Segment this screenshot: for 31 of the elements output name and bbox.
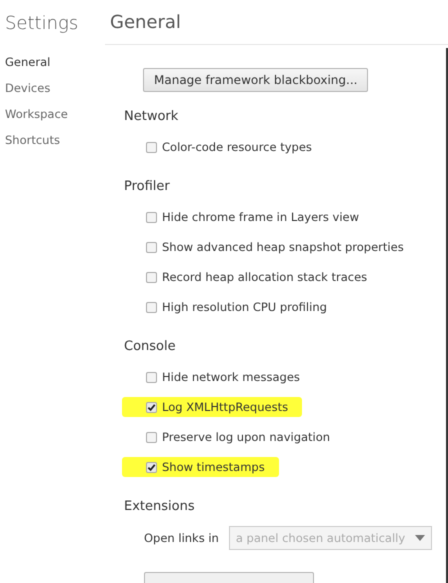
checkbox[interactable] (146, 212, 157, 222)
checkbox-label[interactable]: Log XMLHttpRequests (162, 400, 288, 414)
checkbox-label[interactable]: Color-code resource types (162, 140, 312, 154)
checkbox-label[interactable]: Preserve log upon navigation (162, 430, 330, 444)
checkbox[interactable] (146, 372, 157, 382)
checkbox[interactable] (146, 242, 157, 252)
checkbox[interactable] (146, 272, 157, 282)
section-title: Profiler (124, 178, 171, 196)
sidebar-item[interactable]: General (5, 49, 105, 75)
sidebar-item[interactable]: Shortcuts (5, 127, 105, 153)
settings-title: Settings (5, 13, 80, 36)
dropdown-caret-icon (415, 535, 426, 541)
section-title: Extensions (124, 498, 196, 516)
section-title: Network (124, 108, 180, 126)
checkbox[interactable] (146, 402, 157, 412)
checkbox-label[interactable]: Show advanced heap snapshot properties (162, 240, 404, 254)
checkbox-label[interactable]: Record heap allocation stack traces (162, 270, 368, 284)
checkbox-label[interactable]: Show timestamps (162, 460, 265, 474)
checkbox-label[interactable]: Hide chrome frame in Layers view (162, 210, 360, 224)
panel-title: General (105, 0, 448, 45)
sidebar-item[interactable]: Devices (5, 75, 105, 101)
checkbox[interactable] (146, 302, 157, 312)
checkbox[interactable] (146, 462, 157, 472)
sidebar-item[interactable]: Workspace (5, 101, 105, 127)
checkbox[interactable] (146, 142, 157, 152)
select-label: Open links in (144, 531, 219, 545)
checkbox-label[interactable]: High resolution CPU profiling (162, 300, 327, 314)
manage-blackboxing-button[interactable]: Manage framework blackboxing... (143, 68, 368, 92)
checkbox[interactable] (146, 432, 157, 442)
checkbox-label[interactable]: Hide network messages (162, 370, 300, 384)
section-title: Console (124, 338, 177, 356)
